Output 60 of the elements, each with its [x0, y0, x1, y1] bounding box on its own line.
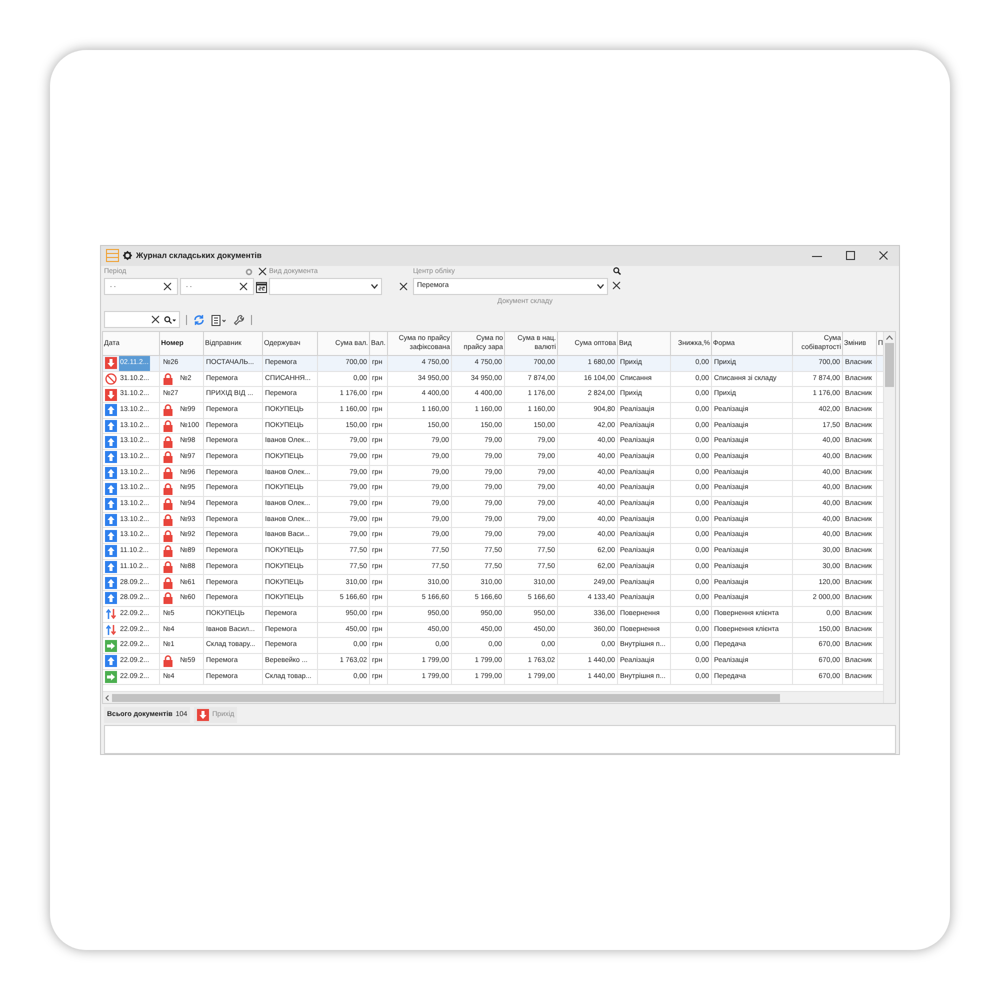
scroll-up-icon[interactable]: [886, 334, 893, 340]
up-arrow-icon: [105, 451, 117, 464]
down-arrow-icon: [105, 388, 117, 401]
wrench-icon[interactable]: [233, 314, 245, 326]
padlock-icon: [163, 451, 173, 464]
scroll-left-icon[interactable]: [105, 694, 109, 701]
close-icon[interactable]: [879, 251, 888, 260]
maximize-icon[interactable]: [846, 251, 855, 260]
padlock-icon: [163, 372, 173, 385]
clear-icon[interactable]: [151, 315, 160, 324]
grid-icon: [106, 249, 119, 262]
clipboard-icon[interactable]: [211, 314, 227, 326]
padlock-icon: [163, 592, 173, 604]
up-arrow-icon: [105, 466, 117, 479]
up-arrow-icon: [105, 436, 117, 448]
caret-icon: [597, 284, 604, 289]
refresh-icon[interactable]: [193, 314, 205, 326]
ban-icon: [105, 372, 117, 385]
up-arrow-icon: [105, 576, 117, 589]
up-arrow-icon: [105, 482, 117, 495]
up-arrow-icon: [105, 592, 117, 604]
calendar-icon[interactable]: [256, 280, 267, 293]
caret-icon: [371, 284, 378, 289]
up-arrow-icon: [105, 561, 117, 574]
padlock-icon: [163, 498, 173, 510]
padlock-icon: [163, 545, 173, 558]
window-title: Журнал складських документів: [136, 250, 262, 262]
down-arrow-icon: [197, 709, 210, 722]
padlock-icon: [163, 514, 173, 526]
padlock-icon: [163, 482, 173, 495]
up-down-arrows-icon: [105, 608, 117, 620]
up-arrow-icon: [105, 498, 117, 510]
search-icon[interactable]: [164, 316, 176, 324]
clear-icon[interactable]: [399, 282, 408, 291]
padlock-icon: [163, 420, 173, 432]
clear-icon[interactable]: [239, 282, 248, 291]
padlock-icon: [163, 576, 173, 589]
gear-icon: [123, 251, 132, 260]
clear-icon[interactable]: [612, 280, 621, 290]
padlock-icon: [163, 561, 173, 574]
right-arrow-icon: [105, 670, 117, 683]
padlock-icon: [163, 530, 173, 542]
up-down-arrows-icon: [105, 624, 117, 636]
right-arrow-icon: [105, 640, 117, 652]
padlock-icon: [163, 404, 173, 416]
clear-icon[interactable]: [163, 282, 172, 291]
up-arrow-icon: [105, 404, 117, 416]
horizontal-scrollbar-thumb[interactable]: [112, 694, 780, 702]
padlock-icon: [163, 436, 173, 448]
search-icon[interactable]: [612, 266, 620, 275]
padlock-icon: [163, 466, 173, 479]
padlock-icon: [163, 655, 173, 668]
up-arrow-icon: [105, 530, 117, 542]
clear-icon[interactable]: [258, 267, 267, 276]
up-arrow-icon: [105, 514, 117, 526]
up-arrow-icon: [105, 545, 117, 558]
vertical-scrollbar-thumb[interactable]: [885, 342, 894, 387]
up-arrow-icon: [105, 655, 117, 668]
up-arrow-icon: [105, 420, 117, 432]
search-field[interactable]: [104, 311, 180, 328]
